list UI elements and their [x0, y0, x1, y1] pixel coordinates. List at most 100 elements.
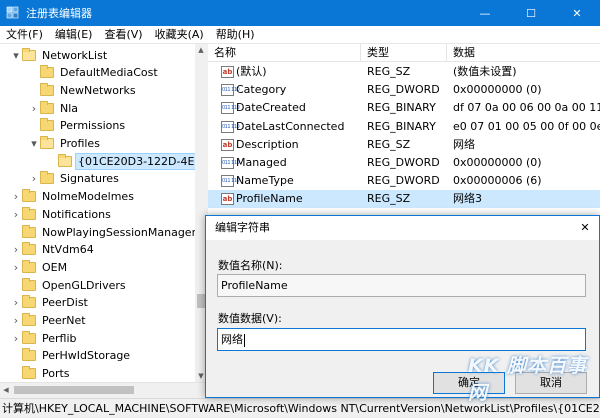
tree-node[interactable]: {01CE20D3-122D-4EF0	[46, 152, 206, 170]
maximize-button[interactable]: ☐	[508, 0, 554, 26]
registry-key-tree[interactable]: ▾ NetworkList DefaultMediaCost NewNetworks ›…	[0, 44, 207, 396]
value-row[interactable]: 011 110 NameType REG_DWORD 0x00000006 (6)	[208, 172, 600, 190]
collapsed-chevron-icon[interactable]: ›	[10, 188, 22, 206]
no-chevron	[10, 223, 22, 241]
tree-node[interactable]: PerHwIdStorage	[10, 347, 132, 365]
value-name: DateCreated	[236, 101, 306, 115]
ok-button[interactable]: 确定	[433, 372, 505, 394]
value-name-field[interactable]: ProfileName	[217, 274, 586, 297]
tree-node-label: PerHwIdStorage	[42, 349, 131, 363]
collapsed-chevron-icon[interactable]: ›	[10, 294, 22, 312]
value-row[interactable]: 011 110 Category REG_DWORD 0x00000000 (0)	[208, 81, 600, 99]
tree-node[interactable]: › PeerDist	[10, 294, 90, 312]
value-name: Description	[236, 137, 299, 151]
no-chevron	[10, 365, 22, 383]
collapsed-chevron-icon[interactable]: ›	[28, 99, 40, 117]
window-title: 注册表编辑器	[26, 7, 92, 20]
value-name-label: 数值名称(N):	[218, 259, 283, 272]
value-name: DateLastConnected	[236, 119, 345, 133]
tree-node[interactable]: › Perflib	[10, 329, 79, 347]
value-data: 网络	[453, 137, 475, 151]
string-value-icon: ab	[221, 66, 234, 78]
value-data: 网络3	[453, 192, 482, 206]
tree-node[interactable]: OpenGLDrivers	[10, 276, 128, 294]
value-row[interactable]: ab (默认) REG_SZ (数值未设置)	[208, 63, 600, 81]
expanded-chevron-icon[interactable]: ▾	[10, 46, 22, 64]
tree-node[interactable]: ▾ NetworkList	[10, 46, 109, 64]
value-data: df 07 0a 00 06 00 0a 00 11 0	[453, 101, 600, 115]
tree-node-label: OpenGLDrivers	[42, 278, 126, 292]
menu-edit[interactable]: 编辑(E)	[49, 26, 99, 44]
tree-node[interactable]: › Nla	[28, 99, 80, 117]
collapsed-chevron-icon[interactable]: ›	[10, 258, 22, 276]
value-row[interactable]: 011 110 DateCreated REG_BINARY df 07 0a 00 …	[208, 99, 600, 117]
tree-node-label: Signatures	[60, 172, 119, 186]
cancel-button[interactable]: 取消	[515, 372, 587, 394]
tree-node[interactable]: › Notifications	[10, 205, 113, 223]
value-name: Managed	[236, 156, 287, 169]
tree-node[interactable]: Ports	[10, 365, 72, 383]
tree-node[interactable]: › PeerNet	[10, 312, 88, 330]
column-type-header[interactable]: 类型	[361, 44, 447, 62]
binary-value-icon: 011 110	[221, 157, 240, 169]
collapsed-chevron-icon[interactable]: ›	[10, 241, 22, 259]
value-data: 0x00000006 (6)	[453, 174, 542, 188]
scroll-thumb[interactable]	[197, 294, 205, 308]
folder-icon	[22, 242, 36, 256]
column-header: 名称 类型 数据	[208, 44, 600, 62]
scroll-up-arrow-icon[interactable]: ▲	[195, 44, 207, 56]
binary-value-icon: 011 110	[221, 175, 240, 188]
column-name-header[interactable]: 名称	[208, 44, 361, 62]
tree-node[interactable]: › OEM	[10, 258, 69, 276]
tree-node[interactable]: › Signatures	[28, 170, 121, 188]
tree-node-label: NtVdm64	[42, 243, 94, 257]
value-name: Category	[236, 83, 287, 97]
tree-node[interactable]: ▾ Profiles	[28, 135, 102, 153]
value-row[interactable]: ab ProfileName REG_SZ 网络3	[208, 190, 600, 209]
tree-node-label: NowPlayingSessionManager	[42, 225, 197, 239]
tree-node-label: PeerDist	[42, 296, 88, 310]
value-type: REG_DWORD	[367, 83, 440, 97]
tree-node[interactable]: › NoImeModelmes	[10, 188, 136, 206]
value-type: REG_SZ	[367, 192, 411, 206]
value-name: (默认)	[236, 65, 267, 78]
menu-file[interactable]: 文件(F)	[0, 26, 49, 44]
value-row[interactable]: ab Description REG_SZ 网络	[208, 136, 600, 154]
folder-icon	[22, 224, 36, 238]
menu-view[interactable]: 查看(V)	[98, 26, 148, 44]
folder-icon	[40, 82, 54, 96]
minimize-button[interactable]: —	[462, 0, 508, 26]
dialog-title: 编辑字符串	[215, 221, 270, 234]
column-data-header[interactable]: 数据	[447, 44, 600, 62]
collapsed-chevron-icon[interactable]: ›	[10, 329, 22, 347]
tree-node[interactable]: NewNetworks	[28, 81, 138, 99]
scroll-thumb[interactable]	[14, 386, 134, 394]
binary-value-icon: 011 110	[221, 84, 240, 97]
no-chevron	[28, 117, 40, 135]
value-data-field[interactable]: 网络	[217, 328, 586, 351]
open-folder-icon	[58, 153, 72, 167]
collapsed-chevron-icon[interactable]: ›	[28, 170, 40, 188]
no-chevron	[10, 276, 22, 294]
menu-help[interactable]: 帮助(H)	[210, 26, 261, 44]
close-button[interactable]: ✕	[554, 0, 600, 26]
tree-node[interactable]: Permissions	[28, 117, 127, 135]
expanded-chevron-icon[interactable]: ▾	[28, 135, 40, 153]
status-bar-path: 计算机\HKEY_LOCAL_MACHINE\SOFTWARE\Microsof…	[0, 398, 600, 418]
menu-favorites[interactable]: 收藏夹(A)	[149, 26, 210, 44]
no-chevron	[46, 152, 58, 170]
dialog-close-button[interactable]: ✕	[575, 216, 595, 240]
value-data: 0x00000000 (0)	[453, 83, 542, 97]
tree-node[interactable]: DefaultMediaCost	[28, 64, 160, 82]
tree-node[interactable]: › NtVdm64	[10, 241, 96, 259]
tree-node[interactable]: NowPlayingSessionManager	[10, 223, 198, 241]
value-row[interactable]: 011 110 Managed REG_DWORD 0x00000000 (0)	[208, 154, 600, 172]
collapsed-chevron-icon[interactable]: ›	[10, 205, 22, 223]
folder-icon	[22, 277, 36, 291]
value-row[interactable]: 011 110 DateLastConnected REG_BINARY e0 07 …	[208, 118, 600, 136]
scroll-left-arrow-icon[interactable]: ◀	[0, 383, 12, 397]
collapsed-chevron-icon[interactable]: ›	[10, 312, 22, 330]
tree-horizontal-scrollbar[interactable]: ◀	[0, 382, 207, 396]
tree-node-label: Profiles	[60, 137, 100, 150]
tree-node-label: Perflib	[42, 331, 77, 345]
